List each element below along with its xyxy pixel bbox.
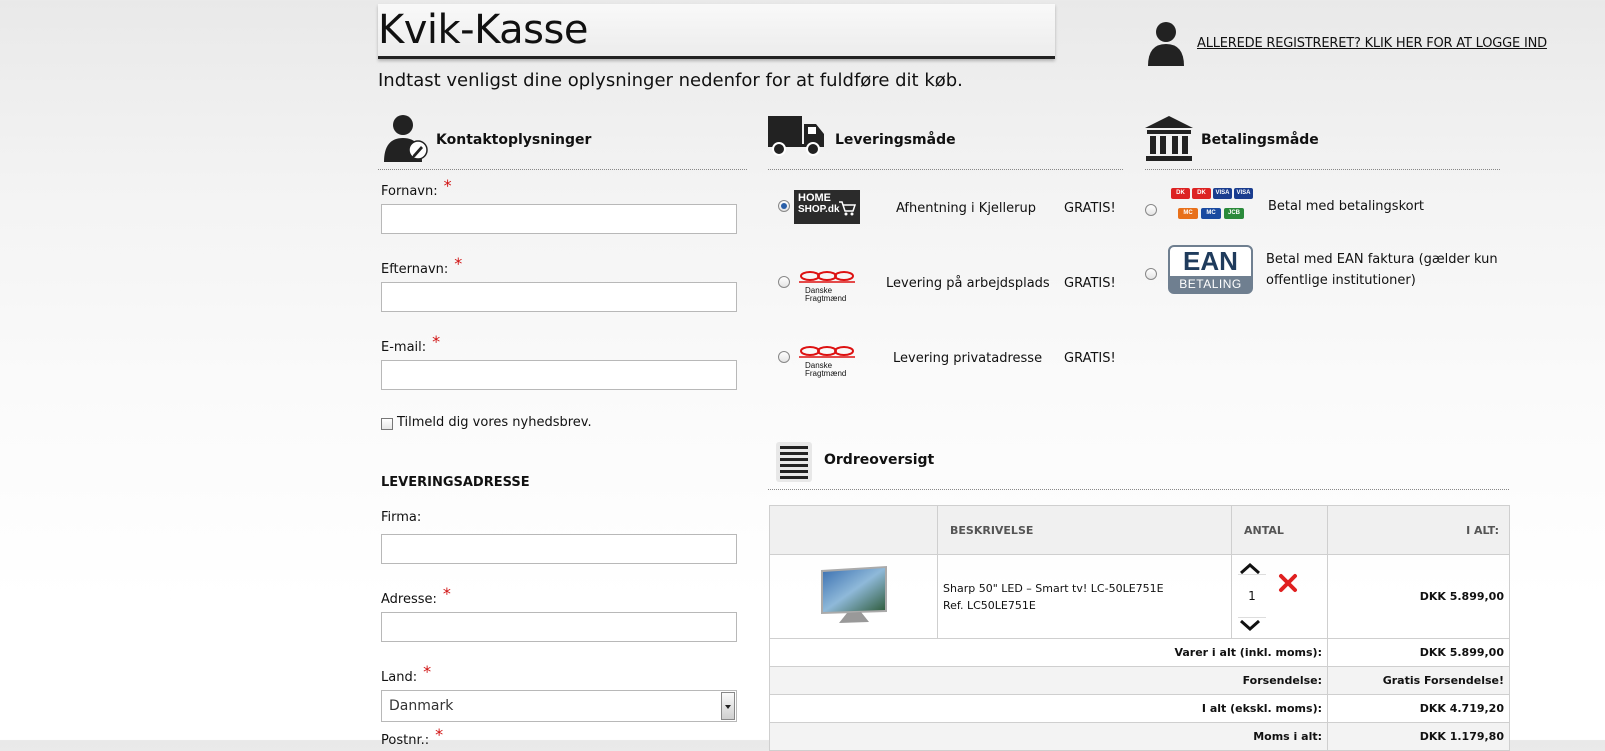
jcb-icon: JCB — [1224, 208, 1244, 219]
shipping-divider — [768, 169, 1123, 170]
country-select-value: Danmark — [389, 698, 454, 714]
summary-label: Varer i alt (inkl. moms): — [769, 638, 1328, 667]
shipping-heading: Leveringsmåde — [835, 132, 956, 148]
product-description-cell: Sharp 50" LED – Smart tv! LC-50LE751E Re… — [937, 554, 1232, 639]
contact-heading: Kontaktoplysninger — [436, 132, 592, 148]
summary-value: DKK 1.179,80 — [1327, 722, 1510, 751]
summary-row: Moms i alt: DKK 1.179,80 — [769, 722, 1510, 751]
company-input[interactable] — [381, 534, 737, 564]
shipping-option-label: Levering på arbejdsplads — [886, 276, 1050, 291]
payment-option-ean-label: Betal med EAN faktura (gælder kun offent… — [1266, 252, 1498, 288]
lastname-input[interactable] — [381, 282, 737, 312]
user-icon — [1148, 22, 1184, 66]
country-label: Land: * — [381, 662, 432, 685]
maestro-icon: MC — [1201, 208, 1221, 219]
contact-divider — [378, 169, 747, 170]
payment-divider — [1145, 169, 1500, 170]
order-divider — [768, 489, 1509, 490]
homeshop-logo: HOME SHOP.dk — [794, 190, 860, 224]
truck-icon — [768, 116, 824, 156]
address-input[interactable] — [381, 612, 737, 642]
dankort-icon: DK — [1192, 188, 1211, 199]
required-mark: * — [435, 725, 444, 744]
shipping-option-label: Levering privatadresse — [893, 351, 1043, 366]
required-mark: * — [442, 584, 451, 603]
summary-row: I alt (ekskl. moms): DKK 4.719,20 — [769, 694, 1510, 723]
danske-fragtmaend-logo: Danske Fragtmænd — [799, 268, 857, 303]
list-icon — [776, 442, 812, 482]
page-title: Kvik-Kasse — [378, 7, 588, 53]
required-mark: * — [443, 176, 452, 195]
payment-heading: Betalingsmåde — [1201, 132, 1319, 148]
col-image — [769, 505, 938, 555]
col-description: BESKRIVELSE — [937, 505, 1232, 555]
quantity-input[interactable]: 1 — [1238, 574, 1266, 618]
country-select[interactable]: Danmark — [381, 690, 737, 722]
cart-icon — [839, 201, 856, 216]
title-bar: Kvik-Kasse — [378, 4, 1055, 59]
product-qty-cell: 1 — [1231, 554, 1328, 639]
payment-radio-card[interactable] — [1145, 204, 1157, 216]
required-mark: * — [454, 254, 463, 273]
shipping-option-price: GRATIS! — [1064, 201, 1116, 216]
summary-label: Forsendelse: — [769, 666, 1328, 695]
dankort-icon: DK — [1171, 188, 1190, 199]
summary-label: I alt (ekskl. moms): — [769, 694, 1328, 723]
col-qty: ANTAL — [1231, 505, 1328, 555]
visa-icon: VISA — [1234, 188, 1253, 199]
chevron-down-icon[interactable] — [1238, 619, 1262, 633]
product-name[interactable]: Sharp 50" LED – Smart tv! LC-50LE751E — [943, 580, 1226, 597]
shipping-option-price: GRATIS! — [1064, 276, 1116, 291]
firstname-label: Fornavn: * — [381, 176, 452, 199]
danske-fragtmaend-logo: Danske Fragtmænd — [799, 343, 857, 378]
summary-row: Varer i alt (inkl. moms): DKK 5.899,00 — [769, 638, 1510, 667]
summary-value: DKK 5.899,00 — [1327, 638, 1510, 667]
visa-icon: VISA — [1213, 188, 1232, 199]
shipping-radio-workplace[interactable] — [778, 276, 790, 288]
ean-logo: EAN BETALING — [1168, 245, 1253, 294]
chevron-up-icon[interactable] — [1238, 561, 1262, 575]
shipping-radio-private[interactable] — [778, 351, 790, 363]
order-table-header: BESKRIVELSE ANTAL I ALT: — [769, 505, 1510, 555]
product-image-cell — [769, 554, 938, 639]
mastercard-icon: MC — [1178, 208, 1198, 219]
firstname-input[interactable] — [381, 204, 737, 234]
bank-icon — [1145, 116, 1193, 161]
col-total: I ALT: — [1327, 505, 1510, 555]
payment-radio-ean[interactable] — [1145, 268, 1157, 280]
summary-value: Gratis Forsendelse! — [1327, 666, 1510, 695]
summary-label: Moms i alt: — [769, 722, 1328, 751]
delivery-address-heading: LEVERINGSADRESSE — [381, 475, 530, 490]
order-table: BESKRIVELSE ANTAL I ALT: Sharp 50" LED –… — [769, 505, 1510, 751]
address-label: Adresse: * — [381, 584, 451, 607]
product-price: DKK 5.899,00 — [1327, 554, 1510, 639]
product-ref: Ref. LC50LE751E — [943, 598, 1036, 612]
shipping-option-label: Afhentning i Kjellerup — [896, 201, 1036, 216]
newsletter-checkbox[interactable] — [381, 418, 393, 430]
newsletter-label: Tilmeld dig vores nyhedsbrev. — [397, 415, 592, 430]
page-subtitle: Indtast venligst dine oplysninger nedenf… — [378, 70, 963, 91]
payment-cards-logo: DK DK VISA VISA MC MC JCB — [1168, 185, 1254, 225]
company-label: Firma: — [381, 510, 422, 525]
df-wheels-icon — [799, 271, 855, 283]
contact-user-edit-icon — [384, 115, 428, 162]
email-input[interactable] — [381, 360, 737, 390]
remove-item-icon[interactable] — [1278, 573, 1298, 593]
summary-row: Forsendelse: Gratis Forsendelse! — [769, 666, 1510, 695]
email-label: E-mail: * — [381, 332, 441, 355]
order-heading: Ordreoversigt — [824, 452, 935, 468]
df-wheels-icon — [799, 346, 855, 358]
shipping-option-price: GRATIS! — [1064, 351, 1116, 366]
required-mark: * — [423, 662, 432, 681]
zip-label: Postnr.: * — [381, 725, 444, 748]
shipping-radio-pickup[interactable] — [778, 200, 790, 212]
tv-product-image[interactable] — [817, 564, 891, 626]
chevron-down-icon[interactable] — [721, 692, 735, 720]
summary-value: DKK 4.719,20 — [1327, 694, 1510, 723]
payment-option-card-label: Betal med betalingskort — [1268, 199, 1425, 214]
table-row: Sharp 50" LED – Smart tv! LC-50LE751E Re… — [769, 554, 1510, 639]
lastname-label: Efternavn: * — [381, 254, 463, 277]
required-mark: * — [432, 332, 441, 351]
login-link[interactable]: ALLEREDE REGISTRERET? KLIK HER FOR AT LO… — [1197, 36, 1547, 51]
